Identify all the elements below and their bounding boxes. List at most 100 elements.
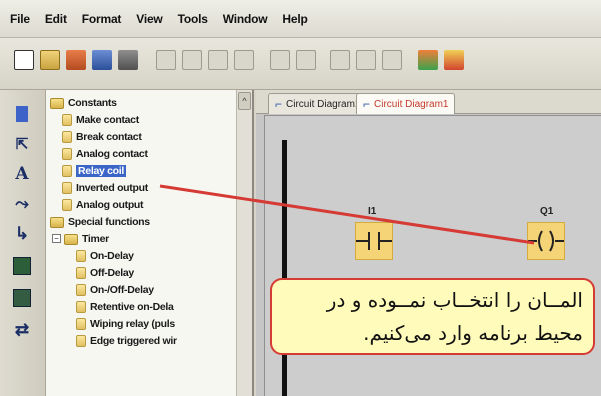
scroll-up-icon[interactable]: ^ [238, 92, 251, 110]
tree-node-label: Special functions [68, 216, 150, 228]
callout-line-1: المــان را انتخــاب نمــوده و در [326, 288, 583, 312]
relay-coil-block[interactable] [527, 222, 565, 260]
tree-node-label: Timer [82, 233, 109, 245]
undo-icon[interactable] [270, 50, 290, 70]
tab-bar: ⌐ Circuit Diagram1 ⌐ Circuit Diagram1 [256, 90, 601, 114]
tree-item-label: Analog contact [76, 148, 148, 160]
break-contact-icon [62, 131, 72, 143]
tree-item-edge-triggered[interactable]: Edge triggered wir [76, 334, 177, 348]
menu-view[interactable]: View [136, 12, 163, 26]
special-functions-icon[interactable] [11, 288, 33, 308]
align-icon[interactable] [356, 50, 376, 70]
bookmark-icon[interactable] [11, 104, 33, 124]
collapse-toggle[interactable]: − [52, 234, 61, 243]
analog-contact-icon [62, 148, 72, 160]
tree-item-label: Edge triggered wir [90, 335, 177, 347]
tree-scrollbar[interactable]: ^ [236, 90, 252, 396]
constants-icon[interactable] [11, 256, 33, 276]
tree-item-on-delay[interactable]: On-Delay [76, 249, 134, 263]
connect-icon[interactable]: ⤳ [11, 194, 33, 214]
tree-item-label: Break contact [76, 131, 142, 143]
cut-icon[interactable] [156, 50, 176, 70]
menu-help[interactable]: Help [282, 12, 307, 26]
transfer-icon[interactable] [444, 50, 464, 70]
logo-soft-window: File Edit Format View Tools Window Help … [0, 0, 601, 396]
format-icon[interactable] [330, 50, 350, 70]
make-contact-icon [356, 232, 392, 250]
open-icon[interactable] [40, 50, 60, 70]
toolbar [0, 38, 601, 90]
tree-node-special-functions[interactable]: Special functions [50, 215, 150, 229]
relay-coil-icon [528, 230, 564, 252]
make-contact-block[interactable] [355, 222, 393, 260]
tree-item-label: On-Delay [90, 250, 134, 262]
transfer-tool-icon[interactable]: ⇄ [11, 320, 33, 340]
tree-item-wiping-relay[interactable]: Wiping relay (puls [76, 317, 175, 331]
relay-coil-icon [62, 165, 72, 177]
on-off-delay-icon [76, 284, 86, 296]
tree-item-off-delay[interactable]: Off-Delay [76, 266, 134, 280]
tree-node-constants[interactable]: Constants [50, 96, 117, 110]
paste-icon[interactable] [208, 50, 228, 70]
edge-triggered-icon [76, 335, 86, 347]
tree-item-analog-contact[interactable]: Analog contact [62, 147, 148, 161]
annotation-callout: المــان را انتخــاب نمــوده و در محیط بر… [270, 278, 595, 355]
menu-tools[interactable]: Tools [178, 12, 208, 26]
off-delay-icon [76, 267, 86, 279]
tree-item-label: Retentive on-Dela [90, 301, 174, 313]
grid-icon[interactable] [382, 50, 402, 70]
pointer-icon[interactable]: ⇱ [11, 134, 33, 154]
callout-line-2: محیط برنامه وارد می‌کنیم. [363, 321, 583, 345]
retentive-on-delay-icon [76, 301, 86, 313]
tree-node-timer[interactable]: Timer [64, 232, 109, 246]
tab-label: Circuit Diagram1 [286, 98, 361, 110]
wiping-relay-icon [76, 318, 86, 330]
simulate-icon[interactable] [418, 50, 438, 70]
tree-item-make-contact[interactable]: Make contact [62, 113, 139, 127]
tab-label: Circuit Diagram1 [374, 98, 449, 110]
circuit-diagram-icon: ⌐ [363, 97, 371, 111]
on-delay-icon [76, 250, 86, 262]
open-project-icon[interactable] [66, 50, 86, 70]
tab-circuit-diagram-1[interactable]: ⌐ Circuit Diagram1 [268, 93, 368, 114]
tree-item-label-selected: Relay coil [76, 165, 127, 177]
make-contact-icon [62, 114, 72, 126]
folder-icon [50, 216, 64, 228]
menu-edit[interactable]: Edit [45, 12, 67, 26]
new-icon[interactable] [14, 50, 34, 70]
menu-window[interactable]: Window [223, 12, 268, 26]
block-tree: Constants Make contact Break contact Ana… [46, 90, 254, 396]
tree-item-label: Make contact [76, 114, 139, 126]
delete-icon[interactable] [234, 50, 254, 70]
tree-item-label: Wiping relay (puls [90, 318, 175, 330]
tree-item-on-off-delay[interactable]: On-/Off-Delay [76, 283, 154, 297]
tool-strip: ⇱ A ⤳ ↳ ⇄ [0, 90, 46, 396]
power-rail [282, 140, 287, 396]
tree-item-label: On-/Off-Delay [90, 284, 154, 296]
folder-icon [64, 233, 78, 245]
contact-label: I1 [368, 206, 377, 217]
folder-icon [50, 97, 64, 109]
tree-item-analog-output[interactable]: Analog output [62, 198, 144, 212]
menu-file[interactable]: File [10, 12, 30, 26]
tree-item-retentive-on-delay[interactable]: Retentive on-Dela [76, 300, 174, 314]
tree-item-break-contact[interactable]: Break contact [62, 130, 142, 144]
print-icon[interactable] [118, 50, 138, 70]
save-icon[interactable] [92, 50, 112, 70]
tree-item-label: Inverted output [76, 182, 148, 194]
tree-node-label: Constants [68, 97, 117, 109]
text-icon[interactable]: A [11, 164, 33, 184]
menu-format[interactable]: Format [82, 12, 122, 26]
tab-circuit-diagram-active[interactable]: ⌐ Circuit Diagram1 [356, 93, 456, 114]
inverted-output-icon [62, 182, 72, 194]
tree-item-label: Off-Delay [90, 267, 134, 279]
split-connection-icon[interactable]: ↳ [11, 224, 33, 244]
tree-item-label: Analog output [76, 199, 144, 211]
analog-output-icon [62, 199, 72, 211]
copy-icon[interactable] [182, 50, 202, 70]
circuit-diagram-icon: ⌐ [275, 97, 283, 111]
coil-label: Q1 [540, 206, 554, 217]
tree-item-inverted-output[interactable]: Inverted output [62, 181, 148, 195]
redo-icon[interactable] [296, 50, 316, 70]
tree-item-relay-coil[interactable]: Relay coil [62, 164, 127, 178]
